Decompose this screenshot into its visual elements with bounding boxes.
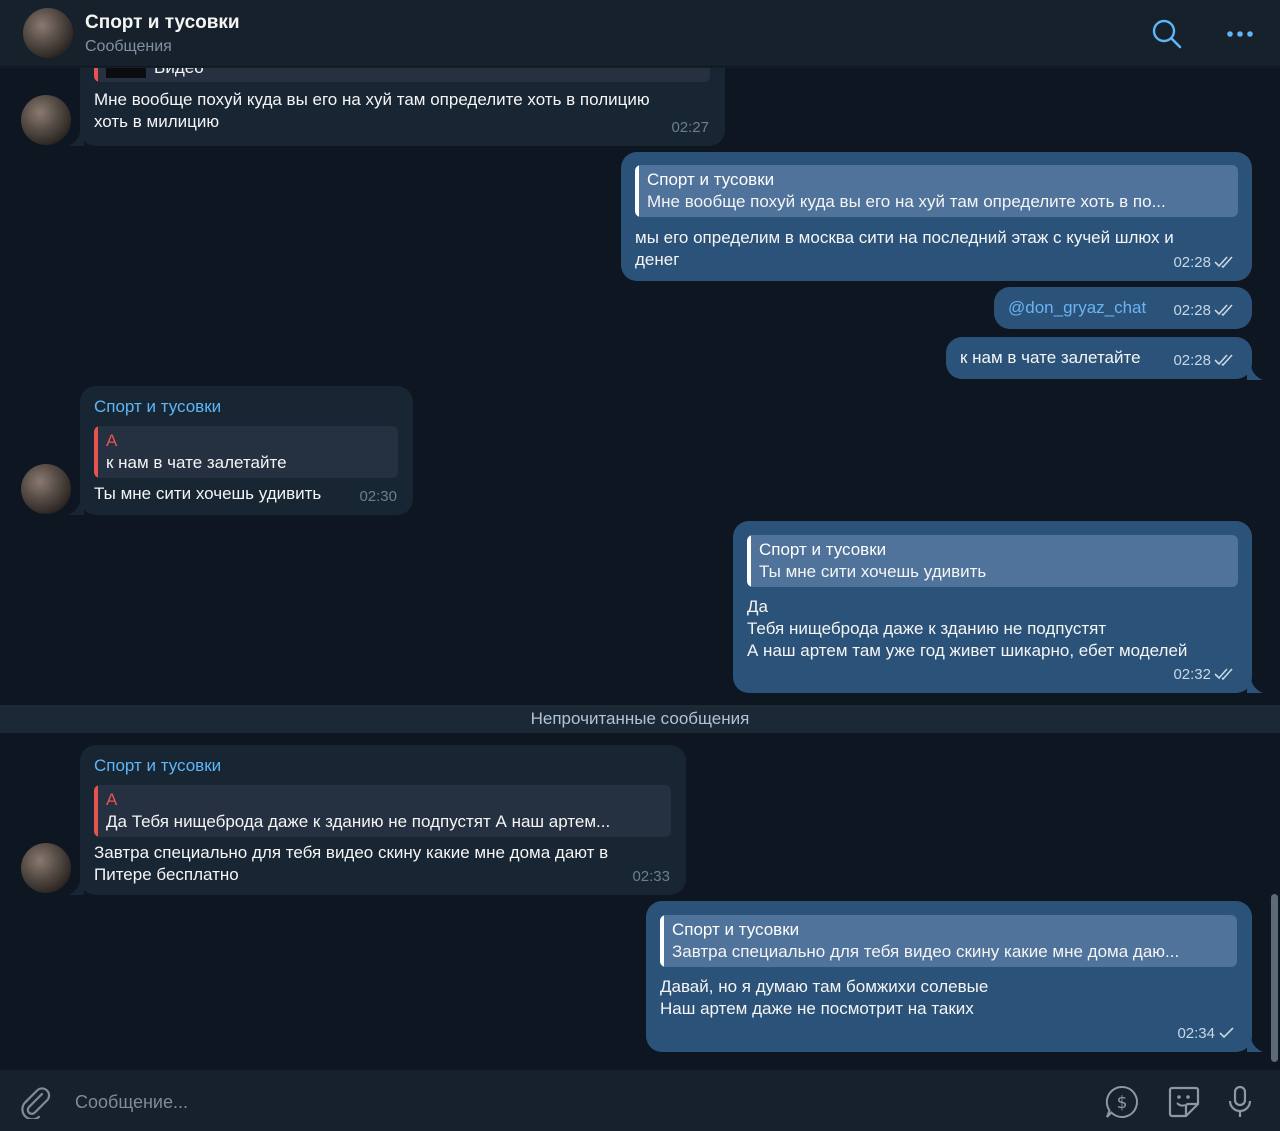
chat-subtitle: Сообщения xyxy=(85,38,172,55)
message-text: Мне вообще похуй куда вы его на хуй там … xyxy=(94,90,650,131)
message-time: 02:32 xyxy=(1173,664,1236,686)
scrollbar[interactable] xyxy=(1271,894,1278,1062)
svg-text:$: $ xyxy=(1117,1093,1128,1113)
reply-author: Спорт и тусовки xyxy=(672,920,800,939)
double-check-icon xyxy=(1214,354,1233,367)
double-check-icon xyxy=(1214,256,1233,269)
message-list[interactable]: Видео Мне вообще похуй куда вы его на ху… xyxy=(0,68,1280,1069)
reply-preview[interactable]: Спорт и тусовки Ты мне сити хочешь удиви… xyxy=(747,535,1238,587)
chat-title[interactable]: Спорт и тусовки xyxy=(85,12,240,34)
message-time: 02:30 xyxy=(359,488,397,505)
sender-name[interactable]: Спорт и тусовки xyxy=(94,755,221,777)
bubble-tail xyxy=(1247,679,1263,693)
reply-author: Спорт и тусовки xyxy=(647,170,775,189)
message-incoming[interactable]: Спорт и тусовки А к нам в чате залетайте… xyxy=(80,386,413,515)
mention-link[interactable]: @don_gryaz_chat xyxy=(1008,297,1146,319)
dollar-icon[interactable]: $ xyxy=(1104,1084,1140,1120)
message-outgoing[interactable]: Спорт и тусовки Ты мне сити хочешь удиви… xyxy=(733,521,1252,693)
reply-preview[interactable]: А Да Тебя нищеброда даже к зданию не под… xyxy=(94,785,671,837)
message-time: 02:27 xyxy=(671,119,709,136)
video-thumbnail xyxy=(106,68,146,78)
sender-name[interactable]: Спорт и тусовки xyxy=(94,396,221,418)
message-time: 02:28 xyxy=(1173,252,1236,274)
reply-text: к нам в чате залетайте xyxy=(106,453,287,472)
message-time: 02:28 xyxy=(1173,350,1236,372)
reply-preview[interactable]: Спорт и тусовки Завтра специально для те… xyxy=(660,915,1237,967)
reply-media-label: Видео xyxy=(154,68,204,79)
message-text: Завтра специально для тебя видео скину к… xyxy=(94,843,609,884)
message-outgoing[interactable]: Спорт и тусовки Завтра специально для те… xyxy=(646,901,1252,1052)
message-time: 02:28 xyxy=(1173,300,1236,322)
check-icon xyxy=(1219,1027,1234,1039)
reply-preview[interactable]: Спорт и тусовки Мне вообще похуй куда вы… xyxy=(635,165,1238,217)
double-check-icon xyxy=(1214,304,1233,317)
double-check-icon xyxy=(1214,668,1233,681)
bubble-tail xyxy=(1247,366,1263,380)
reply-text: Завтра специально для тебя видео скину к… xyxy=(672,942,1180,961)
search-icon[interactable] xyxy=(1151,18,1183,50)
chat-header: Спорт и тусовки Сообщения xyxy=(0,0,1280,67)
message-text: мы его определим в москва сити на послед… xyxy=(635,228,1174,269)
reply-author: А xyxy=(106,431,118,450)
message-input[interactable] xyxy=(75,1087,975,1117)
reply-text: Да Тебя нищеброда даже к зданию не подпу… xyxy=(106,812,611,831)
message-text: к нам в чате залетайте xyxy=(960,348,1141,367)
sender-avatar[interactable] xyxy=(21,843,71,893)
bubble-tail xyxy=(68,132,84,146)
message-text: Давай, но я думаю там бомжихи солевые На… xyxy=(660,977,989,1018)
sender-avatar[interactable] xyxy=(21,464,71,514)
more-options-icon[interactable] xyxy=(1224,20,1256,48)
reply-text: Ты мне сити хочешь удивить xyxy=(759,562,987,581)
message-composer: $ xyxy=(0,1069,1280,1131)
message-incoming[interactable]: Спорт и тусовки А Да Тебя нищеброда даже… xyxy=(80,745,686,895)
message-outgoing[interactable]: Спорт и тусовки Мне вообще похуй куда вы… xyxy=(621,152,1252,281)
message-incoming[interactable]: Видео Мне вообще похуй куда вы его на ху… xyxy=(80,68,725,146)
microphone-icon[interactable] xyxy=(1222,1084,1258,1120)
bubble-tail xyxy=(1247,1038,1263,1052)
unread-divider: Непрочитанные сообщения xyxy=(0,705,1280,733)
reply-author: А xyxy=(106,790,118,809)
chat-avatar[interactable] xyxy=(23,8,73,58)
message-text: Да Тебя нищеброда даже к зданию не подпу… xyxy=(747,597,1188,660)
bubble-tail xyxy=(68,881,84,895)
message-text: Ты мне сити хочешь удивить xyxy=(94,484,322,503)
message-outgoing[interactable]: @don_gryaz_chat 02:28 xyxy=(994,287,1252,329)
attach-icon[interactable] xyxy=(18,1085,52,1119)
reply-preview[interactable]: А к нам в чате залетайте xyxy=(94,426,398,478)
message-time: 02:34 xyxy=(1177,1023,1236,1045)
bubble-tail xyxy=(68,501,84,515)
message-outgoing[interactable]: к нам в чате залетайте 02:28 xyxy=(946,337,1252,379)
reply-author: Спорт и тусовки xyxy=(759,540,887,559)
reply-preview[interactable]: Видео xyxy=(94,68,710,82)
message-time: 02:33 xyxy=(632,868,670,885)
reply-text: Мне вообще похуй куда вы его на хуй там … xyxy=(647,192,1166,211)
sender-avatar[interactable] xyxy=(21,95,71,145)
sticker-icon[interactable] xyxy=(1166,1084,1202,1120)
